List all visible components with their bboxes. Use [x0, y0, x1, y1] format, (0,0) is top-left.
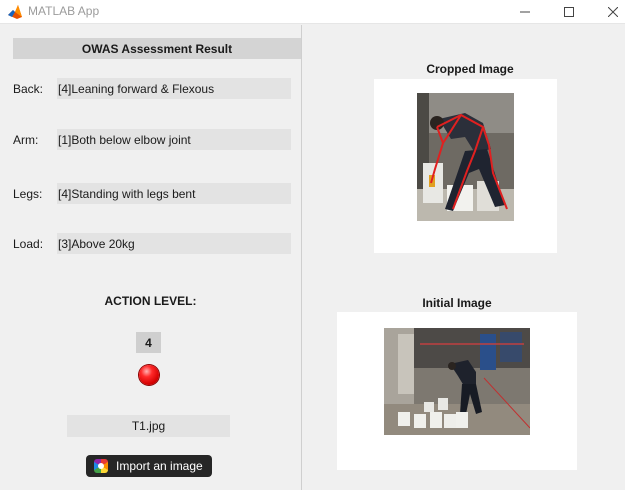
result-panel: OWAS Assessment Result Back: [4]Leaning …	[0, 25, 301, 490]
minimize-icon	[520, 11, 530, 13]
result-header: OWAS Assessment Result	[13, 38, 301, 59]
maximize-button[interactable]	[546, 0, 592, 24]
back-label: Back:	[13, 82, 44, 96]
matlab-logo-icon	[8, 5, 22, 19]
action-level-lamp	[139, 365, 159, 385]
initial-image-title: Initial Image	[422, 296, 492, 310]
photos-icon	[94, 459, 108, 473]
initial-image-frame	[337, 312, 577, 470]
title-bar: MATLAB App	[0, 0, 625, 24]
cropped-image	[417, 93, 514, 221]
load-field: [3]Above 20kg	[57, 233, 291, 254]
minimize-button[interactable]	[502, 0, 548, 24]
window-title: MATLAB App	[28, 4, 100, 18]
import-image-button[interactable]: Import an image	[86, 455, 212, 477]
action-level-value: 4	[136, 332, 161, 353]
close-icon	[608, 7, 618, 17]
arm-label: Arm:	[13, 133, 39, 147]
legs-label: Legs:	[13, 187, 43, 201]
filename-field: T1.jpg	[67, 415, 230, 437]
image-panel: Cropped Image Initial Image	[302, 25, 625, 490]
load-label: Load:	[13, 237, 44, 251]
initial-image	[384, 328, 530, 435]
import-image-label: Import an image	[116, 459, 203, 473]
legs-field: [4]Standing with legs bent	[57, 183, 291, 204]
maximize-icon	[564, 7, 574, 17]
arm-field: [1]Both below elbow joint	[57, 129, 291, 150]
back-field: [4]Leaning forward & Flexous	[57, 78, 291, 99]
cropped-image-frame	[374, 79, 557, 253]
close-button[interactable]	[590, 0, 625, 24]
cropped-image-title: Cropped Image	[426, 62, 514, 76]
action-level-label: ACTION LEVEL:	[104, 294, 197, 308]
